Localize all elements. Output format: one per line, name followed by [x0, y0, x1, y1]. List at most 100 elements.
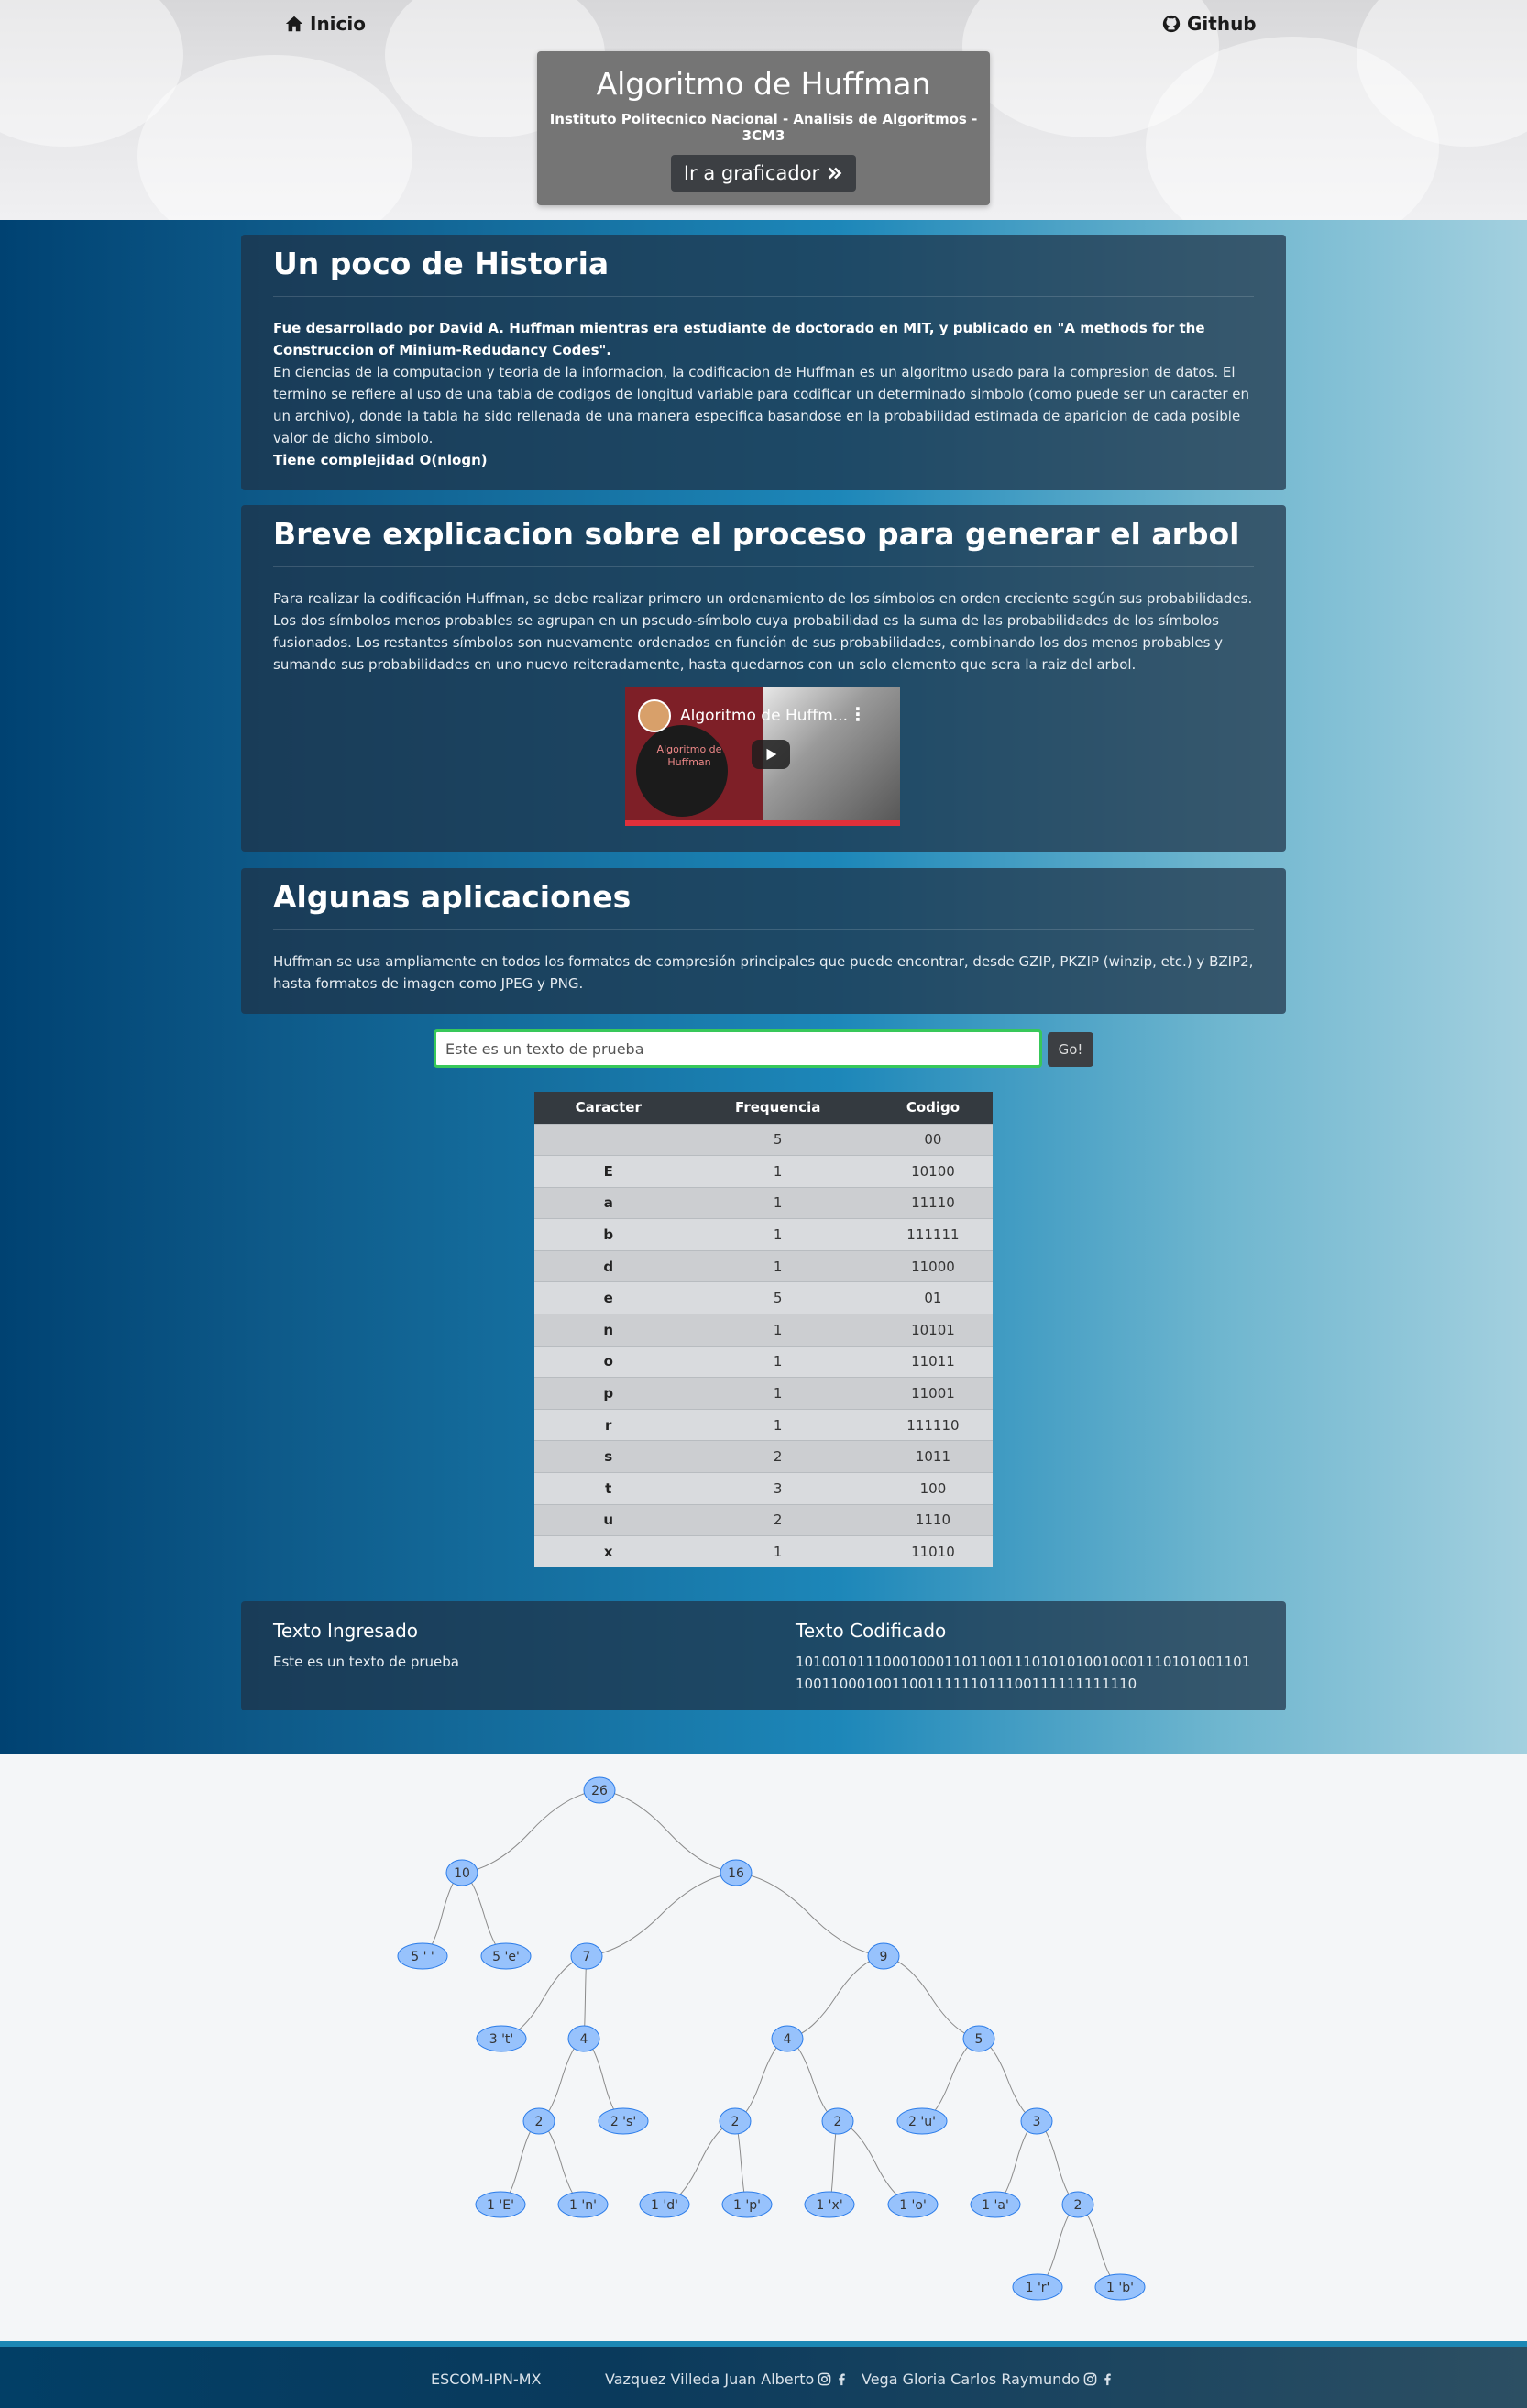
tree-node-label: 2 's' [610, 2115, 636, 2129]
history-card: Un poco de Historia Fue desarrollado por… [241, 235, 1286, 490]
cell-character: o [534, 1345, 683, 1378]
tree-node[interactable]: 1 'E' [475, 2191, 526, 2218]
tree-node[interactable]: 1 'x' [804, 2191, 855, 2218]
tree-node-label: 26 [591, 1784, 608, 1798]
facebook-icon[interactable] [1101, 2372, 1115, 2386]
tree-node-label: 2 [731, 2115, 740, 2129]
table-row: E 1 10100 [534, 1155, 993, 1188]
tree-node-label: 1 'n' [569, 2198, 597, 2213]
tree-edge [978, 2038, 1038, 2122]
nav-github-label: Github [1187, 13, 1257, 35]
tree-node[interactable]: 1 'p' [721, 2191, 773, 2218]
cell-character: b [534, 1218, 683, 1251]
tree-node[interactable]: 1 'b' [1094, 2273, 1146, 2301]
channel-avatar [638, 699, 671, 732]
tree-node[interactable]: 1 'n' [557, 2191, 609, 2218]
tree-node[interactable]: 3 't' [476, 2025, 527, 2052]
history-body: En ciencias de la computacion y teoria d… [273, 364, 1250, 446]
tree-node-label: 1 'a' [982, 2198, 1009, 2213]
cell-code: 111111 [873, 1218, 993, 1251]
tree-node[interactable]: 4 [567, 2025, 600, 2052]
tree-node[interactable]: 9 [867, 1942, 900, 1970]
cell-code: 100 [873, 1472, 993, 1505]
nav-home-link[interactable]: Inicio [284, 13, 366, 35]
tree-node[interactable]: 5 [962, 2025, 995, 2052]
tree-edge [461, 1789, 600, 1874]
cell-code: 111110 [873, 1408, 993, 1441]
tree-edge [599, 1789, 737, 1874]
tree-edge [586, 1872, 737, 1957]
table-row: b 1 111111 [534, 1218, 993, 1251]
tree-node[interactable]: 5 'e' [480, 1942, 532, 1970]
tree-node[interactable]: 2 [522, 2107, 555, 2135]
tree-node[interactable]: 2 'u' [896, 2107, 948, 2135]
encoded-text-column: Texto Codificado 10100101110001000110110… [796, 1620, 1254, 1695]
tree-node[interactable]: 2 [821, 2107, 854, 2135]
tree-node[interactable]: 1 'o' [887, 2191, 939, 2218]
go-button[interactable]: Go! [1048, 1032, 1093, 1067]
cell-code: 1011 [873, 1440, 993, 1473]
cell-frequency: 1 [682, 1345, 873, 1378]
nav-github-link[interactable]: Github [1161, 13, 1257, 35]
frequency-table: Caracter Frequencia Codigo 5 00 E 1 10100 a 1 1… [534, 1092, 993, 1568]
tree-node[interactable]: 7 [570, 1942, 603, 1970]
text-input[interactable] [434, 1029, 1042, 1068]
tree-node[interactable]: 26 [583, 1776, 616, 1804]
table-row: x 1 11010 [534, 1535, 993, 1568]
tree-node-label: 5 'e' [492, 1950, 520, 1964]
instagram-icon[interactable] [818, 2372, 831, 2386]
huffman-tree-graph[interactable]: 26 10 16 5 ' ' 5 'e' 7 9 3 't' 4 4 5 2 2 's' 2 2 2 'u' 3… [0, 1754, 1527, 2341]
cell-code: 11001 [873, 1377, 993, 1410]
tree-node[interactable]: 1 'd' [639, 2191, 690, 2218]
tree-node[interactable]: 4 [771, 2025, 804, 2052]
tree-node-label: 1 'x' [816, 2198, 842, 2213]
cell-frequency: 1 [682, 1155, 873, 1188]
tree-node-label: 2 [535, 2115, 544, 2129]
video-thumbnail-circle [636, 725, 728, 817]
table-row: n 1 10101 [534, 1314, 993, 1347]
column-header-code: Codigo [873, 1092, 993, 1124]
cell-character: e [534, 1281, 683, 1314]
video-thumbnail-text: Algoritmo de Huffman [656, 743, 722, 768]
play-button[interactable] [752, 740, 790, 769]
input-text-column: Texto Ingresado Este es un texto de prue… [273, 1620, 750, 1673]
history-bold-intro: Fue desarrollado por David A. Huffman mi… [273, 320, 1205, 358]
graph-tool-button[interactable]: Ir a graficador [670, 155, 857, 192]
tree-node-label: 1 'd' [651, 2198, 678, 2213]
tree-node[interactable]: 2 [1061, 2191, 1094, 2218]
tree-node[interactable]: 2 's' [598, 2107, 649, 2135]
instagram-icon[interactable] [1083, 2372, 1097, 2386]
column-header-character: Caracter [534, 1092, 683, 1124]
tree-node[interactable]: 2 [719, 2107, 752, 2135]
input-text-value: Este es un texto de prueba [273, 1654, 459, 1670]
tree-node[interactable]: 1 'r' [1012, 2273, 1063, 2301]
hero-card: Algoritmo de Huffman Instituto Politecni… [537, 51, 990, 205]
facebook-icon[interactable] [835, 2372, 849, 2386]
cell-character: t [534, 1472, 683, 1505]
tree-edge [786, 2038, 839, 2122]
tree-node[interactable]: 1 'a' [970, 2191, 1021, 2218]
graph-tool-label: Ir a graficador [683, 162, 820, 184]
encoded-text-value: 1010010111000100011011001110101010010001… [796, 1654, 1251, 1692]
footer-author-1: Vazquez Villeda Juan Alberto [605, 2370, 849, 2388]
play-icon [766, 748, 777, 761]
tree-node[interactable]: 5 ' ' [397, 1942, 448, 1970]
cell-frequency: 1 [682, 1314, 873, 1347]
cell-code: 00 [873, 1123, 993, 1156]
more-options-icon[interactable]: ⋮ [849, 703, 867, 725]
cell-frequency: 1 [682, 1408, 873, 1441]
tree-edge [734, 2038, 788, 2122]
tree-node[interactable]: 3 [1020, 2107, 1053, 2135]
table-row: r 1 111110 [534, 1408, 993, 1441]
video-embed[interactable]: Algoritmo de Huffman Algoritmo de Huffm.… [625, 687, 900, 826]
footer-author-2-name: Vega Gloria Carlos Raymundo [862, 2370, 1081, 2388]
cell-frequency: 1 [682, 1535, 873, 1568]
tree-node-label: 1 'r' [1026, 2281, 1050, 2295]
tree-node[interactable]: 16 [720, 1859, 753, 1886]
tree-node-label: 2 [1074, 2198, 1082, 2213]
tree-node[interactable]: 10 [445, 1859, 478, 1886]
column-header-frequency: Frequencia [682, 1092, 873, 1124]
table-body: 5 00 E 1 10100 a 1 11110 b 1 111111 d 1 11000 e 5 01 n 1 10… [534, 1123, 993, 1568]
cell-frequency: 3 [682, 1472, 873, 1505]
cell-character: E [534, 1155, 683, 1188]
